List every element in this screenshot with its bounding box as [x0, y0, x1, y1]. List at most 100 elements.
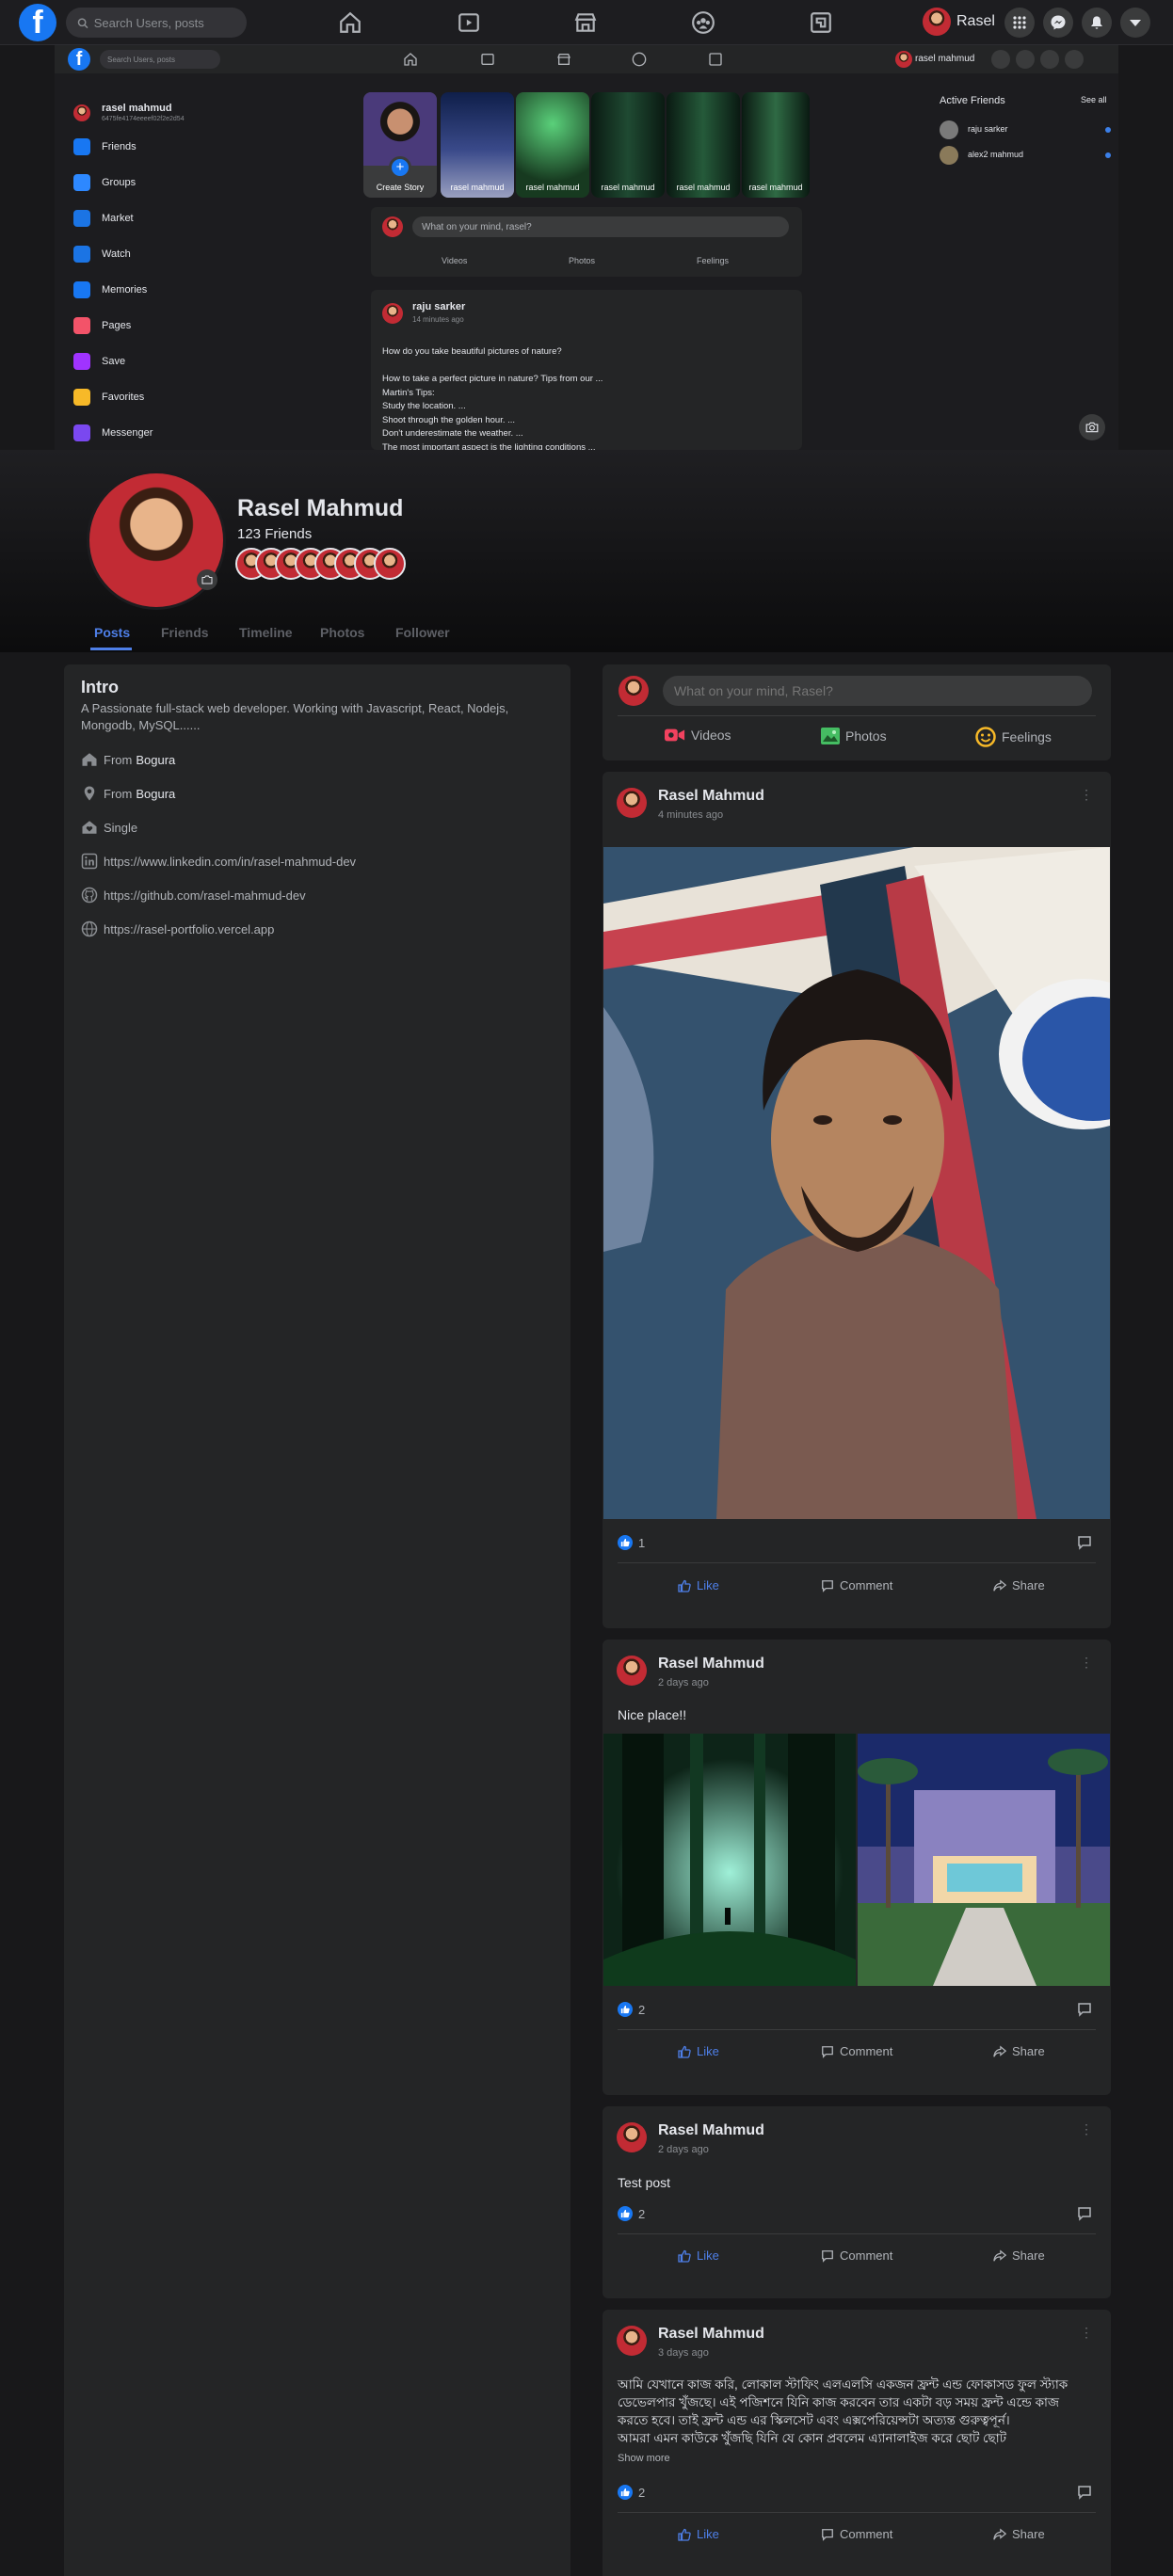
comment-count-icon[interactable]: [1077, 2485, 1092, 2500]
like-count-icon: [618, 2206, 633, 2221]
cover-story-label: rasel mahmud: [450, 183, 505, 192]
groups-nav-icon[interactable]: [688, 9, 718, 36]
composer-videos-button[interactable]: Videos: [665, 728, 731, 743]
notifications-button[interactable]: [1082, 8, 1112, 38]
user-avatar[interactable]: [923, 8, 951, 36]
like-button[interactable]: Like: [678, 1578, 719, 1592]
cover-story-label: rasel mahmud: [525, 183, 580, 192]
comment-button[interactable]: Comment: [821, 2044, 892, 2058]
friends-count[interactable]: 123 Friends: [237, 526, 312, 542]
like-button[interactable]: Like: [678, 2527, 719, 2541]
cover-story: rasel mahmud: [516, 92, 589, 198]
post-author-avatar[interactable]: [617, 1656, 647, 1686]
like-button[interactable]: Like: [678, 2044, 719, 2058]
cover-online-dot: [1105, 127, 1111, 133]
like-count: 2: [638, 2207, 646, 2221]
tab-photos[interactable]: Photos: [320, 625, 364, 640]
share-button[interactable]: Share: [993, 2527, 1045, 2541]
intro-website[interactable]: https://rasel-portfolio.vercel.app: [81, 920, 274, 937]
comment-count-icon[interactable]: [1077, 1535, 1092, 1550]
marketplace-nav-icon[interactable]: [570, 9, 601, 36]
cover-user-name: rasel mahmud: [915, 54, 975, 64]
share-button[interactable]: Share: [993, 1578, 1045, 1592]
tab-timeline[interactable]: Timeline: [239, 625, 293, 640]
post-menu-icon[interactable]: ⋮: [1080, 2121, 1093, 2137]
home-nav-icon[interactable]: [335, 9, 365, 36]
comment-button[interactable]: Comment: [821, 2248, 892, 2263]
tab-posts[interactable]: Posts: [94, 625, 130, 640]
cover-sidebar-item-icon: [73, 353, 90, 370]
website-link[interactable]: https://rasel-portfolio.vercel.app: [104, 922, 274, 936]
cover-sidebar-item-label: Market: [102, 213, 134, 224]
post-author-name[interactable]: Rasel Mahmud: [658, 1656, 764, 1672]
intro-linkedin[interactable]: https://www.linkedin.com/in/rasel-mahmud…: [81, 853, 356, 870]
linkedin-icon: [81, 853, 98, 870]
gaming-nav-icon[interactable]: [806, 9, 836, 36]
cover-story-label: rasel mahmud: [676, 183, 731, 192]
thumbs-up-icon: [678, 2528, 691, 2541]
menu-grid-button[interactable]: [1004, 8, 1035, 38]
composer-photos-button[interactable]: Photos: [821, 728, 887, 744]
cover-sidebar-item: Groups: [73, 174, 136, 191]
cover-camera-button[interactable]: [1079, 414, 1105, 440]
cover-friend-name: raju sarker: [968, 124, 1008, 134]
cover-sidebar-item: Market: [73, 210, 134, 227]
friend-avatar[interactable]: [374, 548, 406, 580]
cover-sidebar-item-icon: [73, 174, 90, 191]
post-menu-icon[interactable]: ⋮: [1080, 787, 1093, 803]
intro-bio: A Passionate full-stack web developer. W…: [81, 701, 509, 732]
share-button[interactable]: Share: [993, 2044, 1045, 2058]
tab-follower[interactable]: Follower: [395, 625, 450, 640]
cover-groups-icon: [632, 52, 647, 67]
cover-sidebar-avatar: [73, 104, 90, 121]
tab-friends[interactable]: Friends: [161, 625, 209, 640]
cover-post-line: How do you take beautiful pictures of na…: [382, 346, 562, 357]
post-author-name[interactable]: Rasel Mahmud: [658, 788, 764, 805]
post-image[interactable]: [603, 847, 1110, 1519]
cover-sidebar-item-icon: [73, 210, 90, 227]
cover-search-bar: Search Users, posts: [100, 50, 220, 69]
cover-sidebar-item-label: Groups: [102, 177, 137, 188]
watch-nav-icon[interactable]: [454, 9, 484, 36]
messenger-button[interactable]: [1043, 8, 1073, 38]
comment-button[interactable]: Comment: [821, 2527, 892, 2541]
intro-github[interactable]: https://github.com/rasel-mahmud-dev: [81, 887, 306, 904]
post-menu-icon[interactable]: ⋮: [1080, 2325, 1093, 2341]
user-name[interactable]: Rasel: [956, 13, 995, 30]
composer-divider: [618, 715, 1096, 716]
smiley-icon: [975, 727, 996, 747]
share-icon: [993, 1578, 1006, 1592]
comment-count-icon[interactable]: [1077, 2002, 1092, 2017]
post-author-avatar[interactable]: [617, 2122, 647, 2152]
composer-feelings-button[interactable]: Feelings: [975, 727, 1052, 747]
post-author-avatar[interactable]: [617, 788, 647, 818]
account-dropdown-button[interactable]: [1120, 8, 1150, 38]
cover-home-icon: [404, 53, 417, 66]
show-more-link[interactable]: Show more: [618, 2453, 670, 2464]
post-author-name[interactable]: Rasel Mahmud: [658, 2122, 764, 2139]
post-image-building[interactable]: [858, 1734, 1110, 1986]
composer-input[interactable]: [663, 676, 1092, 706]
search-bar[interactable]: [66, 8, 247, 38]
github-link[interactable]: https://github.com/rasel-mahmud-dev: [104, 888, 306, 903]
cover-post-author: raju sarker: [412, 301, 466, 312]
post-author-name[interactable]: Rasel Mahmud: [658, 2326, 764, 2343]
linkedin-link[interactable]: https://www.linkedin.com/in/rasel-mahmud…: [104, 855, 356, 869]
comment-count-icon[interactable]: [1077, 2206, 1092, 2221]
comment-button[interactable]: Comment: [821, 1578, 892, 1592]
facebook-logo[interactable]: f: [19, 4, 56, 41]
grid-icon: [1013, 16, 1026, 29]
cover-grid-icon: [991, 50, 1010, 69]
cover-sidebar-item-label: Favorites: [102, 392, 145, 403]
post-menu-icon[interactable]: ⋮: [1080, 1655, 1093, 1671]
cover-sidebar-item-label: Memories: [102, 284, 148, 296]
like-button[interactable]: Like: [678, 2248, 719, 2263]
share-button[interactable]: Share: [993, 2248, 1045, 2263]
cover-sidebar-item-icon: [73, 424, 90, 441]
post-author-avatar[interactable]: [617, 2326, 647, 2356]
profile-picture-camera-icon[interactable]: [197, 569, 217, 590]
cover-sidebar-item: Messenger: [73, 424, 153, 441]
search-input[interactable]: [93, 15, 247, 30]
post-image-forest[interactable]: [603, 1734, 856, 1986]
cover-add-story-icon: +: [389, 156, 411, 179]
